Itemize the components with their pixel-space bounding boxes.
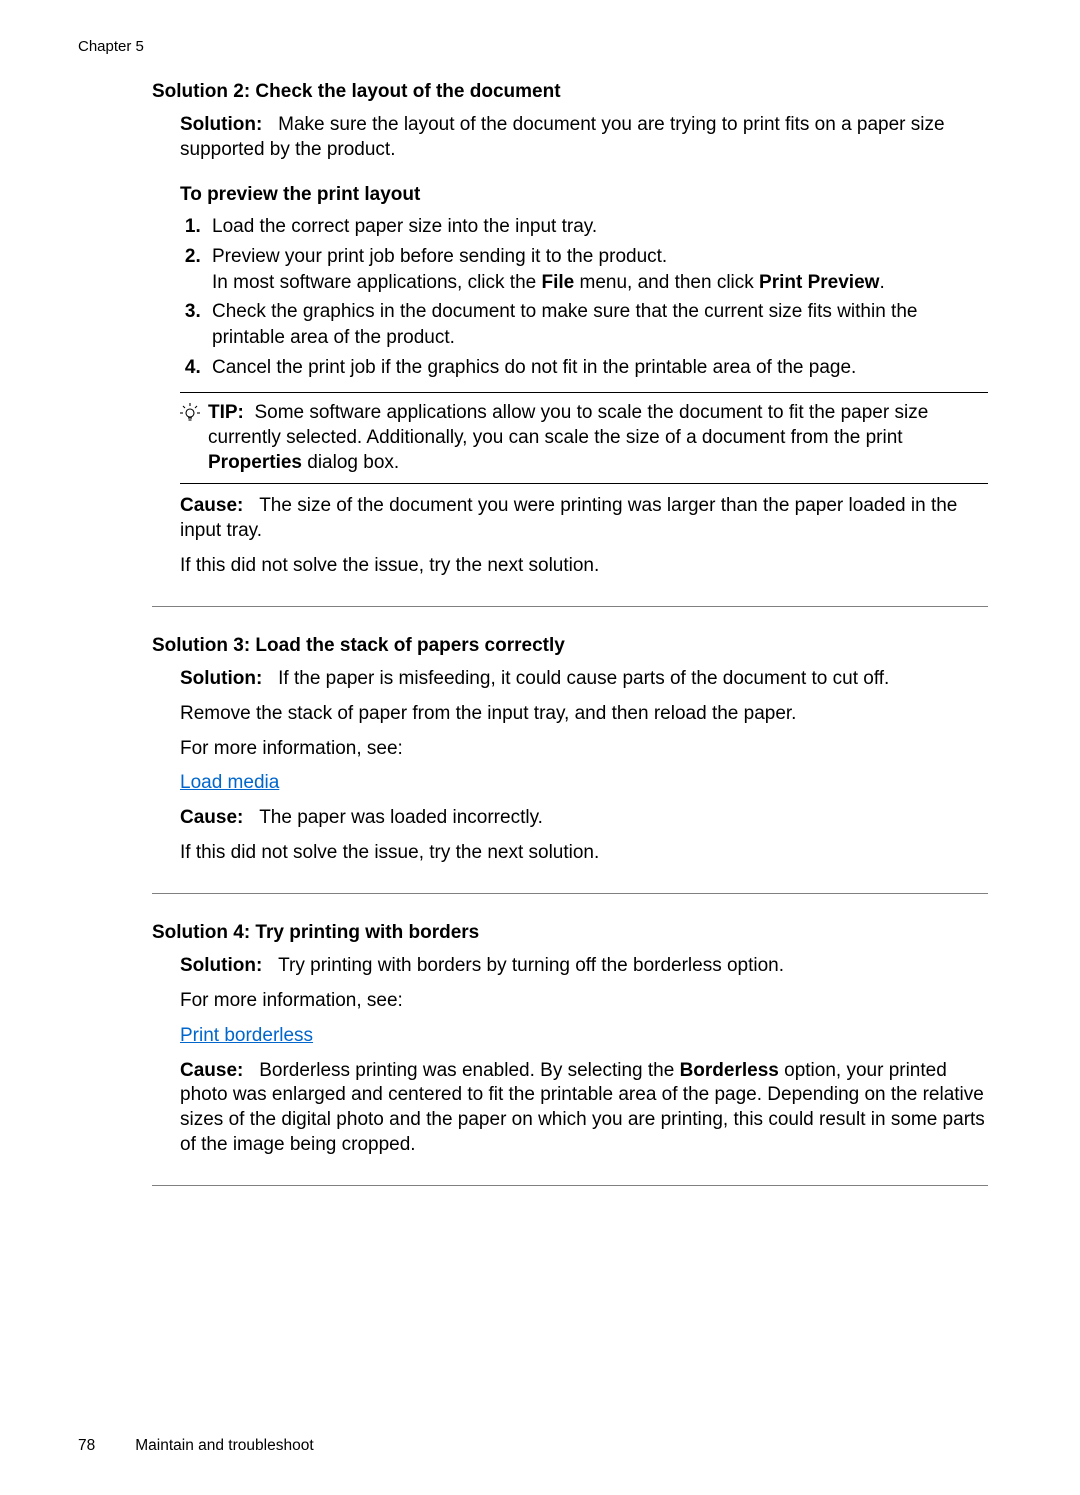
solution-4-heading: Solution 4: Try printing with borders — [152, 922, 988, 944]
lightbulb-icon — [180, 403, 200, 428]
step-2: Preview your print job before sending it… — [206, 244, 988, 295]
tip-box: TIP: Some software applications allow yo… — [180, 392, 988, 484]
preview-heading: To preview the print layout — [180, 184, 988, 206]
tip-label: TIP: — [208, 402, 244, 423]
chapter-header: Chapter 5 — [78, 38, 1002, 55]
solution-4-cause-a: Borderless printing was enabled. By sele… — [259, 1060, 679, 1081]
print-borderless-link[interactable]: Print borderless — [180, 1025, 313, 1046]
cause-label: Cause: — [180, 807, 243, 828]
preview-steps-list: Load the correct paper size into the inp… — [180, 214, 988, 380]
step-2-line-2a: In most software applications, click the — [212, 272, 541, 293]
load-media-link[interactable]: Load media — [180, 772, 279, 793]
solution-3-solution-text: Solution: If the paper is misfeeding, it… — [180, 667, 988, 692]
solution-3-more-info: For more information, see: — [180, 737, 988, 762]
step-1: Load the correct paper size into the inp… — [206, 214, 988, 240]
step-3: Check the graphics in the document to ma… — [206, 299, 988, 350]
tip-body-b: dialog box. — [302, 452, 399, 473]
step-4: Cancel the print job if the graphics do … — [206, 355, 988, 381]
tip-properties: Properties — [208, 452, 302, 473]
solution-label: Solution: — [180, 668, 262, 689]
solution-2-cause-body: The size of the document you were printi… — [180, 495, 957, 541]
step-2-line-2c: . — [879, 272, 884, 293]
solution-4-borderless: Borderless — [680, 1060, 779, 1081]
solution-4-cause: Cause: Borderless printing was enabled. … — [180, 1059, 988, 1158]
solution-label: Solution: — [180, 955, 262, 976]
solution-2-cause: Cause: The size of the document you were… — [180, 494, 988, 543]
cause-label: Cause: — [180, 1060, 243, 1081]
solution-2-solution-text: Solution: Make sure the layout of the do… — [180, 113, 988, 162]
footer-title: Maintain and troubleshoot — [135, 1437, 313, 1454]
solution-3-cause: Cause: The paper was loaded incorrectly. — [180, 806, 988, 831]
step-2-line-2b: menu, and then click — [574, 272, 759, 293]
solution-2-next: If this did not solve the issue, try the… — [180, 554, 988, 579]
solution-3-cause-body: The paper was loaded incorrectly. — [259, 807, 543, 828]
step-2-preview: Print Preview — [759, 272, 879, 293]
section-divider — [152, 606, 988, 607]
solution-3-solution-body: If the paper is misfeeding, it could cau… — [278, 668, 889, 689]
solution-2-solution-body: Make sure the layout of the document you… — [180, 114, 945, 160]
solution-3-next: If this did not solve the issue, try the… — [180, 841, 988, 866]
solution-2-heading: Solution 2: Check the layout of the docu… — [152, 81, 988, 103]
main-content: Solution 2: Check the layout of the docu… — [152, 81, 988, 1186]
step-2-file: File — [541, 272, 574, 293]
solution-4-solution-body: Try printing with borders by turning off… — [278, 955, 784, 976]
tip-text: TIP: Some software applications allow yo… — [208, 401, 988, 475]
page-footer: 78 Maintain and troubleshoot — [78, 1437, 314, 1455]
tip-body-a: Some software applications allow you to … — [208, 402, 928, 448]
solution-3-heading: Solution 3: Load the stack of papers cor… — [152, 635, 988, 657]
step-2-line-1: Preview your print job before sending it… — [212, 246, 667, 267]
solution-label: Solution: — [180, 114, 262, 135]
solution-3-remove: Remove the stack of paper from the input… — [180, 702, 988, 727]
cause-label: Cause: — [180, 495, 243, 516]
solution-4-solution-text: Solution: Try printing with borders by t… — [180, 954, 988, 979]
section-divider — [152, 893, 988, 894]
page-number: 78 — [78, 1437, 95, 1454]
section-divider — [152, 1185, 988, 1186]
solution-4-more-info: For more information, see: — [180, 989, 988, 1014]
